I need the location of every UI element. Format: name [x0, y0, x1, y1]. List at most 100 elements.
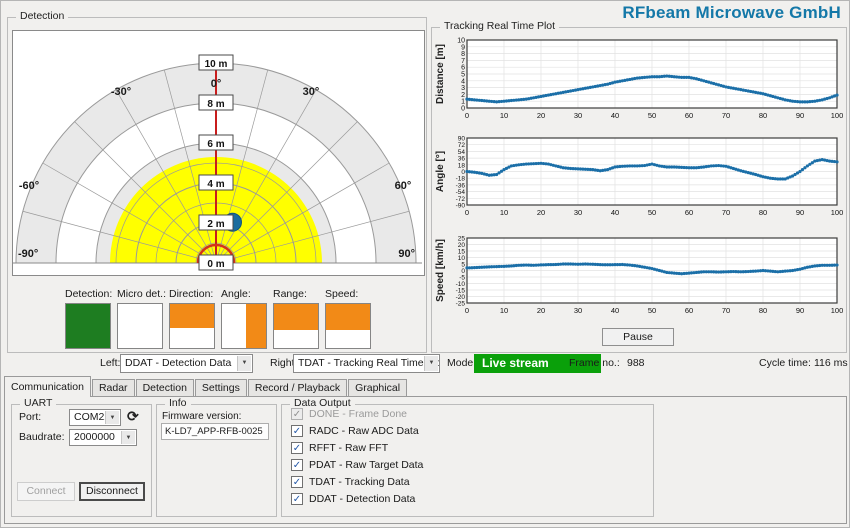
checkbox-box[interactable]: ✓: [291, 424, 303, 437]
indicator-value-box: [221, 303, 267, 349]
checkbox-label: DDAT - Detection Data: [309, 492, 416, 505]
indicator-range: Range:: [273, 288, 325, 349]
tracking-panel-title: Tracking Real Time Plot: [440, 20, 560, 32]
checkbox-ddat[interactable]: ✓ DDAT - Detection Data: [291, 491, 415, 506]
x-tick-label: 40: [611, 208, 619, 217]
port-select[interactable]: COM22 ▼: [69, 409, 121, 426]
x-tick-label: 0: [465, 208, 469, 217]
y-axis-title: Distance [m]: [435, 44, 446, 104]
x-tick-label: 20: [537, 208, 545, 217]
x-tick-label: 20: [537, 306, 545, 315]
angle-label: -90°: [18, 248, 38, 260]
indicator-angle: Angle:: [221, 288, 273, 349]
right-plot-select[interactable]: TDAT - Tracking Real Time Plot ▼: [293, 354, 440, 373]
refresh-ports-icon[interactable]: ⟳: [127, 408, 139, 424]
tab-detection[interactable]: Detection: [135, 379, 194, 397]
checkbox-done: ✓ DONE - Frame Done: [291, 406, 407, 421]
x-tick-label: 30: [574, 306, 582, 315]
checkbox-label: RADC - Raw ADC Data: [309, 424, 419, 437]
cycle-time-label: Cycle time:: [759, 357, 811, 369]
y-tick-label: -25: [456, 301, 466, 308]
x-tick-label: 40: [611, 306, 619, 315]
connect-button[interactable]: Connect: [17, 482, 75, 501]
x-tick-label: 10: [500, 111, 508, 120]
indicator-label: Range:: [273, 288, 307, 300]
x-tick-label: 30: [574, 208, 582, 217]
checkbox-pdat[interactable]: ✓ PDAT - Raw Target Data: [291, 457, 423, 472]
x-tick-label: 50: [648, 306, 656, 315]
x-tick-label: 40: [611, 111, 619, 120]
y-tick-label: -90: [456, 203, 466, 210]
checkbox-box[interactable]: ✓: [291, 475, 303, 488]
indicator-micro-det: Micro det.:: [117, 288, 169, 349]
indicator-value-box: [169, 303, 215, 349]
firmware-version-value: K-LD7_APP-RFB-0025: [161, 423, 269, 440]
range-label: 8 m: [207, 99, 224, 110]
tab-graphical[interactable]: Graphical: [348, 379, 408, 397]
indicator-speed: Speed:: [325, 288, 377, 349]
indicator-fill: [326, 304, 370, 331]
left-plot-value: DDAT - Detection Data: [125, 357, 232, 369]
detection-panel: Detection 0° -30° 30° -60° 60° -90° 90° 10 m 8 m…: [7, 10, 427, 353]
checkbox-label: PDAT - Raw Target Data: [309, 458, 424, 471]
mode-label: Mode:: [447, 357, 477, 369]
indicator-label: Micro det.:: [117, 288, 167, 300]
x-tick-label: 0: [465, 306, 469, 315]
baudrate-value: 2000000: [74, 431, 115, 443]
tab-settings[interactable]: Settings: [194, 379, 247, 397]
left-plot-select[interactable]: DDAT - Detection Data ▼: [120, 354, 253, 373]
x-tick-label: 70: [722, 306, 730, 315]
angle-label: 30°: [303, 86, 320, 98]
tracking-panel: Tracking Real Time Plot 10 9 8 7 6 5 4 3 2 1 0 0 10 2…: [431, 20, 847, 353]
indicator-fill: [246, 304, 266, 348]
y-axis-title: Speed [km/h]: [435, 239, 446, 302]
angle-chart: 90725436180-18-36-54-72-900 10 20 30 40 50 60 7…: [435, 136, 844, 218]
x-tick-label: 60: [685, 208, 693, 217]
checkbox-label: RFFT - Raw FFT: [309, 441, 389, 454]
baudrate-select[interactable]: 2000000 ▼: [69, 429, 137, 446]
tab-radar[interactable]: Radar: [91, 379, 135, 397]
distance-chart: 1098765432100 10 20 30 40 50 60 70 80 90 100Distan…: [435, 38, 843, 121]
checkbox-tdat[interactable]: ✓ TDAT - Tracking Data: [291, 474, 410, 489]
chevron-down-icon: ▼: [105, 411, 119, 424]
baudrate-label: Baudrate:: [19, 431, 65, 443]
disconnect-button[interactable]: Disconnect: [79, 482, 145, 501]
checkbox-radc[interactable]: ✓ RADC - Raw ADC Data: [291, 423, 419, 438]
range-label: 0 m: [207, 259, 224, 270]
x-tick-label: 10: [500, 208, 508, 217]
checkbox-box[interactable]: ✓: [291, 492, 303, 505]
range-label: 6 m: [207, 139, 224, 150]
x-tick-label: 90: [796, 111, 804, 120]
app-window: RFbeam Microwave GmbH Detection 0° -30° 30…: [0, 0, 850, 528]
indicator-fill: [170, 304, 214, 329]
radar-plot: 0° -30° 30° -60° 60° -90° 90° 10 m 8 m 6 m 4 m 2 m 0…: [13, 54, 422, 271]
x-tick-label: 50: [648, 111, 656, 120]
checkbox-box[interactable]: ✓: [291, 458, 303, 471]
checkbox-box[interactable]: ✓: [291, 441, 303, 454]
indicator-fill: [274, 304, 318, 331]
tab-record-playback[interactable]: Record / Playback: [247, 379, 348, 397]
angle-label: 0°: [211, 78, 222, 90]
indicator-value-box: [65, 303, 111, 349]
frame-no-label: Frame no.:: [569, 357, 620, 369]
chevron-down-icon: ▼: [237, 356, 251, 371]
range-label: 4 m: [207, 179, 224, 190]
x-tick-label: 80: [759, 208, 767, 217]
indicator-value-box: [117, 303, 163, 349]
radar-frame: 0° -30° 30° -60° 60° -90° 90° 10 m 8 m 6 m 4 m 2 m 0…: [12, 30, 425, 276]
x-tick-label: 0: [465, 111, 469, 120]
pause-button[interactable]: Pause: [602, 328, 674, 346]
x-tick-label: 10: [500, 306, 508, 315]
speed-chart: 2520151050-5-10-15-20-250 10 20 30 40 50 60 70 8…: [435, 236, 843, 316]
range-label: 10 m: [205, 59, 228, 70]
x-tick-label: 80: [759, 111, 767, 120]
tab-communication[interactable]: Communication: [4, 376, 91, 397]
brand-title: RFbeam Microwave GmbH: [622, 3, 841, 22]
indicator-direction: Direction:: [169, 288, 221, 349]
checkbox-rfft[interactable]: ✓ RFFT - Raw FFT: [291, 440, 388, 455]
x-tick-label: 100: [831, 208, 844, 217]
x-tick-label: 50: [648, 208, 656, 217]
frame-no-value: 988: [627, 357, 645, 369]
x-tick-label: 80: [759, 306, 767, 315]
checkbox-label: TDAT - Tracking Data: [309, 475, 410, 488]
